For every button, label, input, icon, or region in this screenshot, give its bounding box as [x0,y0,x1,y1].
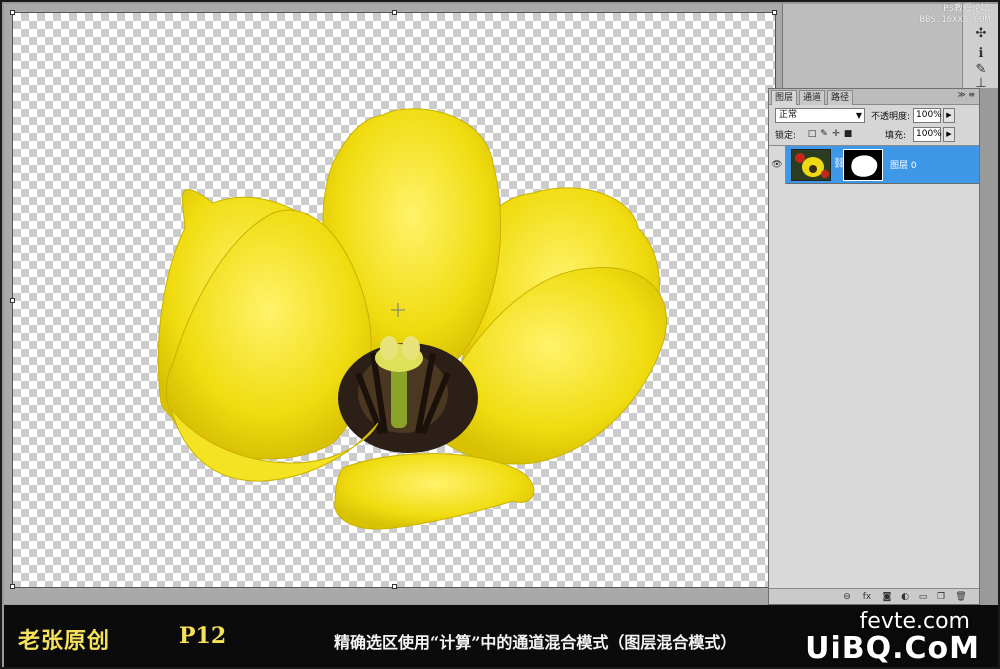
transform-handle-tl[interactable] [10,10,15,15]
chevron-down-icon: ▼ [855,111,862,120]
site-watermark-2: UiBQ.CoM [805,631,980,666]
transform-handle-bl[interactable] [10,584,15,589]
group-icon[interactable]: ▭ [917,591,929,603]
visibility-eye-icon[interactable]: 👁 [769,146,786,184]
trash-icon[interactable]: 🗑 [955,591,967,603]
layer-row[interactable]: 👁 ⛓ 图层 0 [769,146,979,184]
transform-handle-ml[interactable] [10,298,15,303]
transform-handle-tr[interactable] [772,10,777,15]
tutorial-caption: 精确选区使用“计算”中的通道混合模式（图层混合模式） [334,633,737,652]
transform-handle-tm[interactable] [392,10,397,15]
lock-all-icon[interactable]: ■ [843,129,853,139]
forum-watermark: PS教程论坛 BBS.16XX8.COM [920,4,990,26]
lock-transparent-icon[interactable]: □ [807,129,817,139]
lock-label: 锁定: [775,131,797,141]
document-canvas[interactable] [10,10,777,589]
forum-watermark-line2: BBS.16XX8.COM [919,15,990,25]
transform-handle-bm[interactable] [392,584,397,589]
photoshop-window: ✣ ℹ ✎ ⊥ PS教程论坛 BBS.16XX8.COM 图层 通道 路径 ≫ … [0,0,1000,669]
layer-name[interactable]: 图层 0 [890,158,917,171]
layer-list: 👁 ⛓ 图层 0 [769,145,979,588]
panel-menu-icon[interactable]: ≫ ≡ [957,90,975,99]
forum-watermark-line1: PS教程论坛 [943,4,990,14]
layers-panel: 图层 通道 路径 ≫ ≡ 正常 ▼ 不透明度: 100% ▶ 锁定: □ ✎ ✛… [768,88,980,605]
tab-channels[interactable]: 通道 [799,90,826,105]
lock-row: 锁定: □ ✎ ✛ ■ 填充: 100% ▶ [773,127,975,143]
blend-mode-value: 正常 [779,110,798,120]
panel-tab-bar: 图层 通道 路径 ≫ ≡ [769,89,979,105]
opacity-label: 不透明度: [871,112,911,122]
page-number: P12 [179,623,227,649]
info-icon[interactable]: ℹ [973,46,989,62]
fx-icon[interactable]: fx [861,591,873,603]
author-label: 老张原创 [18,628,111,654]
magic-wand-icon[interactable]: ✣ [973,26,989,42]
layer-thumbnail[interactable] [791,149,831,181]
fill-field[interactable]: 100% [913,127,942,142]
new-layer-icon[interactable]: ❐ [935,591,947,603]
lock-pixels-icon[interactable]: ✎ [819,129,829,139]
mask-shape-icon [844,150,882,180]
caption-band: 老张原创 P12 精确选区使用“计算”中的通道混合模式（图层混合模式） fevt… [4,605,998,667]
blend-row: 正常 ▼ 不透明度: 100% ▶ [773,108,975,124]
blend-mode-select[interactable]: 正常 ▼ [775,108,865,123]
adjustment-icon[interactable]: ◐ [899,591,911,603]
link-icon[interactable]: ⊖ [841,591,853,603]
tulip-thumbnail-icon [792,150,830,180]
tab-paths[interactable]: 路径 [827,90,854,105]
layers-footer: ⊖ fx ◙ ◐ ▭ ❐ 🗑 [769,588,979,604]
tulip-image [157,108,667,530]
layer-mask-thumbnail[interactable] [843,149,883,181]
opacity-field[interactable]: 100% [913,108,942,123]
opacity-dropdown-icon[interactable]: ▶ [943,108,955,123]
canvas-area[interactable] [4,4,782,604]
mask-icon[interactable]: ◙ [881,591,893,603]
lock-position-icon[interactable]: ✛ [831,129,841,139]
fill-dropdown-icon[interactable]: ▶ [943,127,955,142]
tab-layers[interactable]: 图层 [771,90,798,105]
fill-label: 填充: [885,131,907,141]
